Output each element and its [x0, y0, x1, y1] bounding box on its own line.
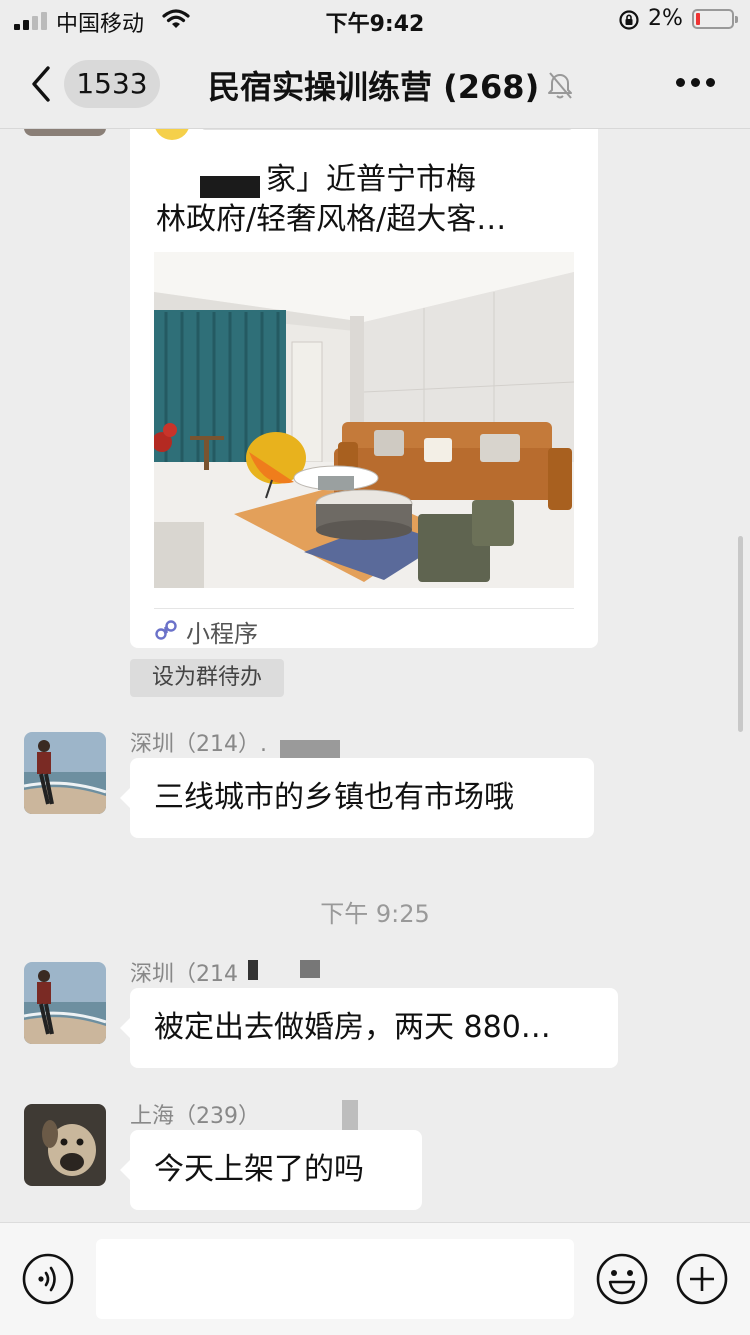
unread-count-badge[interactable]: 1533	[64, 60, 160, 108]
set-group-todo-button[interactable]: 设为群待办	[130, 659, 284, 697]
scrollbar[interactable]	[738, 536, 743, 732]
redaction	[280, 740, 340, 758]
chat-title: 民宿实操训练营 (268)	[208, 68, 540, 106]
redaction	[342, 1100, 358, 1130]
living-room-photo	[154, 252, 574, 588]
card-divider	[154, 608, 574, 609]
rotation-lock-icon	[619, 10, 639, 30]
smiley-icon[interactable]	[596, 1253, 648, 1305]
message-bubble[interactable]: 被定出去做婚房，两天 880…	[120, 988, 618, 1068]
message-input[interactable]	[96, 1239, 574, 1319]
battery-icon	[692, 9, 738, 29]
mini-program-icon	[155, 620, 177, 640]
voice-icon[interactable]	[22, 1253, 74, 1305]
battery-percent: 2%	[648, 6, 683, 31]
sender-name: 上海（239）	[130, 1104, 260, 1129]
back-chevron-icon[interactable]	[26, 64, 56, 104]
avatar[interactable]	[24, 1104, 106, 1186]
ellipsis-icon[interactable]	[676, 78, 716, 90]
mini-program-label: 小程序	[186, 620, 258, 648]
mini-program-card[interactable]: 家」近普宁市梅 林政府/轻奢风格/超大客… 小程序	[130, 100, 598, 648]
time-divider: 下午 9:25	[320, 900, 430, 928]
input-bar	[0, 1222, 750, 1335]
chat-header: 1533 民宿实操训练营 (268)	[0, 40, 750, 129]
sender-name: 深圳（214	[130, 962, 238, 987]
status-bar: 中国移动 下午9:42 2%	[0, 0, 750, 40]
bell-slash-icon	[548, 72, 572, 99]
card-title: 家」近普宁市梅 林政府/轻奢风格/超大客…	[156, 160, 576, 240]
message-bubble[interactable]: 今天上架了的吗	[120, 1130, 422, 1210]
card-title-line2: 林政府/轻奢风格/超大客…	[156, 202, 507, 237]
avatar[interactable]	[24, 962, 106, 1044]
avatar[interactable]	[24, 732, 106, 814]
redaction	[300, 960, 320, 978]
plus-circle-icon[interactable]	[676, 1253, 728, 1305]
redaction	[248, 960, 258, 980]
message-bubble[interactable]: 三线城市的乡镇也有市场哦	[120, 758, 594, 838]
redaction	[200, 176, 260, 198]
sender-name: 深圳（214）.	[130, 732, 267, 757]
